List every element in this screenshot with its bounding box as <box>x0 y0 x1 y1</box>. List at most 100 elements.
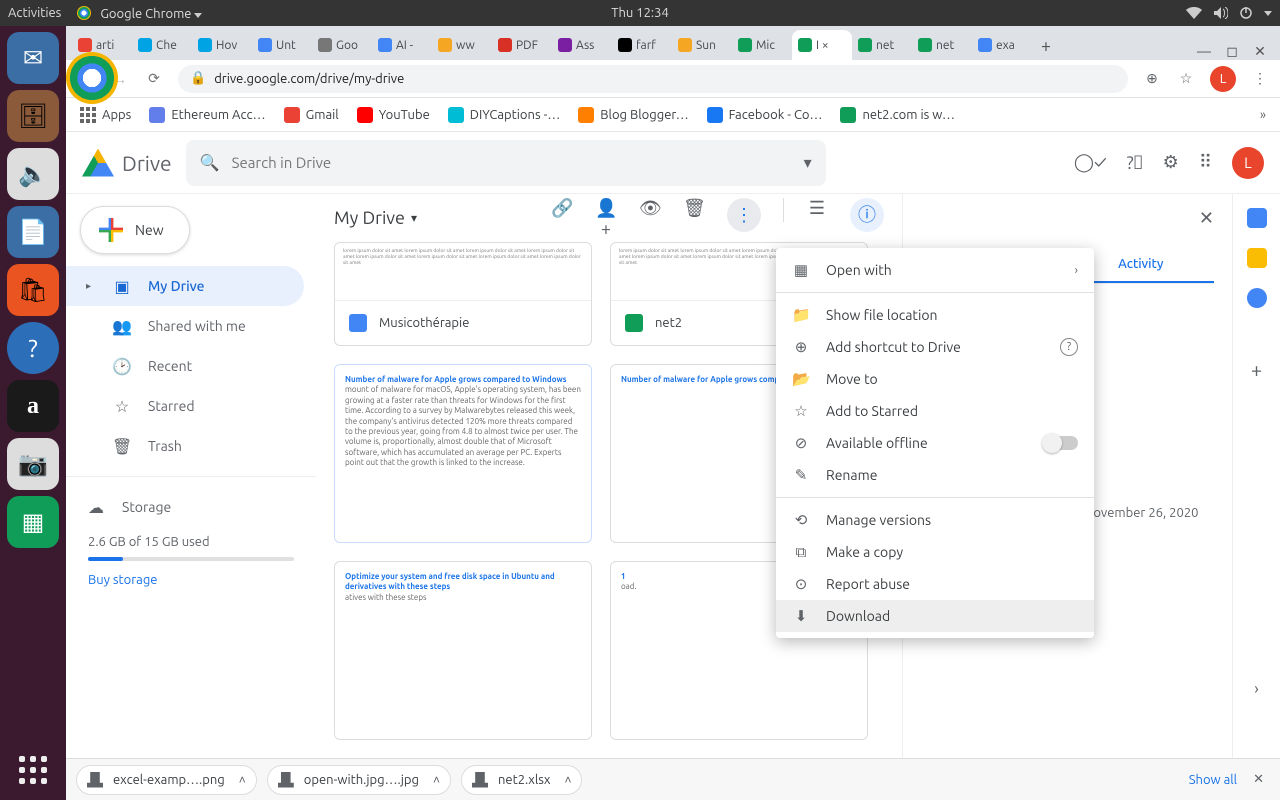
window-maximize-icon[interactable]: ◻ <box>1222 43 1242 60</box>
close-details-icon[interactable]: ✕ <box>1199 208 1214 229</box>
power-icon[interactable] <box>1240 7 1252 19</box>
download-item[interactable]: net2.xlsx˄ <box>461 765 582 795</box>
show-all-downloads[interactable]: Show all <box>1189 773 1237 787</box>
bookmark-item[interactable]: net2.com is w… <box>840 107 955 123</box>
browser-tab[interactable]: net <box>912 30 972 60</box>
sidebar-item-trash[interactable]: 🗑Trash <box>66 426 304 466</box>
browser-tab[interactable]: AI - <box>372 30 432 60</box>
browser-tab[interactable]: I × <box>792 30 852 60</box>
address-bar[interactable]: 🔒 drive.google.com/drive/my-drive <box>178 65 1128 93</box>
collapse-panel-icon[interactable]: › <box>1254 680 1259 698</box>
buy-storage-link[interactable]: Buy storage <box>88 573 294 587</box>
account-avatar[interactable]: L <box>1232 147 1264 179</box>
menu-item-add-to-starred[interactable]: ☆Add to Starred <box>776 395 1094 427</box>
tasks-icon[interactable] <box>1247 288 1267 308</box>
launcher-files[interactable]: 🗄 <box>7 90 59 142</box>
settings-gear-icon[interactable]: ⚙ <box>1163 152 1179 173</box>
launcher-thunderbird[interactable]: ✉ <box>7 32 59 84</box>
sidebar-item-recent[interactable]: 🕑Recent <box>66 346 304 386</box>
support-icon[interactable]: ?⃝ <box>1127 153 1143 173</box>
menu-item-report-abuse[interactable]: ⊙Report abuse <box>776 568 1094 600</box>
sidebar-item-my-drive[interactable]: ▸▣My Drive <box>66 266 304 306</box>
download-item[interactable]: open-with.jpg….jpg˄ <box>267 765 451 795</box>
bookmark-item[interactable]: Blog Blogger… <box>578 107 688 123</box>
browser-tab[interactable]: Goo <box>312 30 372 60</box>
bookmark-item[interactable]: DIYCaptions -… <box>448 107 561 123</box>
file-card[interactable]: lorem ipsum dolor sit amet lorem ipsum d… <box>334 242 592 346</box>
bookmark-star-icon[interactable]: ☆ <box>1176 70 1196 87</box>
launcher-help[interactable]: ? <box>7 322 59 374</box>
launcher-software[interactable]: 🛍 <box>7 264 59 316</box>
browser-tab[interactable]: Hov <box>192 30 252 60</box>
file-card[interactable]: Number of malware for Apple grows compar… <box>334 364 592 543</box>
browser-tab[interactable]: PDF <box>492 30 552 60</box>
window-close-icon[interactable]: ✕ <box>1250 43 1270 60</box>
preview-icon[interactable]: 👁 <box>639 198 661 239</box>
launcher-chrome[interactable] <box>66 52 118 104</box>
launcher-calc[interactable]: ▦ <box>7 496 59 548</box>
launcher-apps-grid[interactable] <box>13 750 53 790</box>
drive-logo[interactable]: Drive <box>82 149 172 177</box>
browser-tab[interactable]: Sun <box>672 30 732 60</box>
browser-tab[interactable]: farf <box>612 30 672 60</box>
menu-item-download[interactable]: ⬇Download <box>776 600 1094 632</box>
menu-item-move-to[interactable]: 📂Move to <box>776 363 1094 395</box>
more-actions-icon[interactable]: ⋮ <box>727 198 761 232</box>
menu-item-add-shortcut-to-drive[interactable]: ⊕Add shortcut to Drive? <box>776 331 1094 363</box>
search-bar[interactable]: 🔍 ▾ <box>186 140 826 186</box>
browser-tab[interactable]: Ass <box>552 30 612 60</box>
help-icon[interactable]: ? <box>1060 338 1078 356</box>
profile-avatar[interactable]: L <box>1210 66 1236 92</box>
bookmark-item[interactable]: YouTube <box>357 107 430 123</box>
browser-tab[interactable]: exa <box>972 30 1032 60</box>
launcher-writer[interactable]: 📄 <box>7 206 59 258</box>
expand-icon[interactable]: ▸ <box>86 280 96 292</box>
chevron-up-icon[interactable]: ˄ <box>239 773 246 787</box>
new-button[interactable]: New <box>80 206 190 254</box>
app-menu[interactable]: Google Chrome <box>77 6 202 21</box>
bookmarks-overflow-icon[interactable]: » <box>1260 108 1266 122</box>
clock[interactable]: Thu 12:34 <box>611 6 669 20</box>
chevron-up-icon[interactable]: ˄ <box>433 773 440 787</box>
sidebar-item-shared-with-me[interactable]: 👥Shared with me <box>66 306 304 346</box>
browser-tab[interactable]: Che <box>132 30 192 60</box>
chevron-up-icon[interactable]: ˄ <box>564 773 571 787</box>
download-item[interactable]: excel-examp….png˄ <box>76 765 257 795</box>
menu-item-available-offline[interactable]: ⊘Available offline <box>776 427 1094 459</box>
browser-tab[interactable]: net <box>852 30 912 60</box>
apps-grid-icon[interactable]: ⠿ <box>1199 152 1212 173</box>
browser-tab[interactable]: ww <box>432 30 492 60</box>
browser-tab[interactable]: Unt <box>252 30 312 60</box>
get-link-icon[interactable]: 🔗 <box>551 198 573 239</box>
menu-item-rename[interactable]: ✎Rename <box>776 459 1094 491</box>
volume-icon[interactable] <box>1214 7 1228 19</box>
bookmark-item[interactable]: Apps <box>80 107 131 123</box>
chrome-menu-icon[interactable]: ⋮ <box>1250 70 1270 87</box>
menu-item-make-a-copy[interactable]: ⧉Make a copy <box>776 536 1094 568</box>
keep-icon[interactable] <box>1247 248 1267 268</box>
sidebar-item-storage[interactable]: ☁ Storage <box>66 487 304 527</box>
file-card[interactable]: Optimize your system and free disk space… <box>334 561 592 740</box>
bookmark-item[interactable]: Facebook - Co… <box>707 107 823 123</box>
add-addon-icon[interactable]: + <box>1251 358 1262 381</box>
zoom-icon[interactable]: ⊕ <box>1142 70 1162 87</box>
breadcrumb[interactable]: My Drive ▾ <box>334 208 417 228</box>
search-options-icon[interactable]: ▾ <box>804 153 812 172</box>
launcher-amazon[interactable]: a <box>7 380 59 432</box>
ready-offline-icon[interactable]: ◯✓ <box>1074 152 1107 173</box>
trash-icon[interactable]: 🗑 <box>683 198 705 239</box>
share-icon[interactable]: 👤+ <box>595 198 617 239</box>
search-input[interactable] <box>232 154 792 171</box>
bookmark-item[interactable]: Ethereum Acc… <box>149 107 265 123</box>
browser-tab[interactable]: Mic <box>732 30 792 60</box>
menu-item-show-file-location[interactable]: 📁Show file location <box>776 299 1094 331</box>
launcher-rhythmbox[interactable]: 🔈 <box>7 148 59 200</box>
wifi-icon[interactable] <box>1186 7 1202 19</box>
menu-item-manage-versions[interactable]: ⟲Manage versions <box>776 504 1094 536</box>
calendar-icon[interactable] <box>1247 208 1267 228</box>
reload-button[interactable]: ⟳ <box>144 70 164 87</box>
new-tab-button[interactable]: + <box>1032 32 1060 60</box>
close-shelf-icon[interactable]: ✕ <box>1247 772 1270 787</box>
menu-item-open-with[interactable]: ▦Open with› <box>776 254 1094 286</box>
list-view-icon[interactable]: ☰ <box>806 198 828 239</box>
